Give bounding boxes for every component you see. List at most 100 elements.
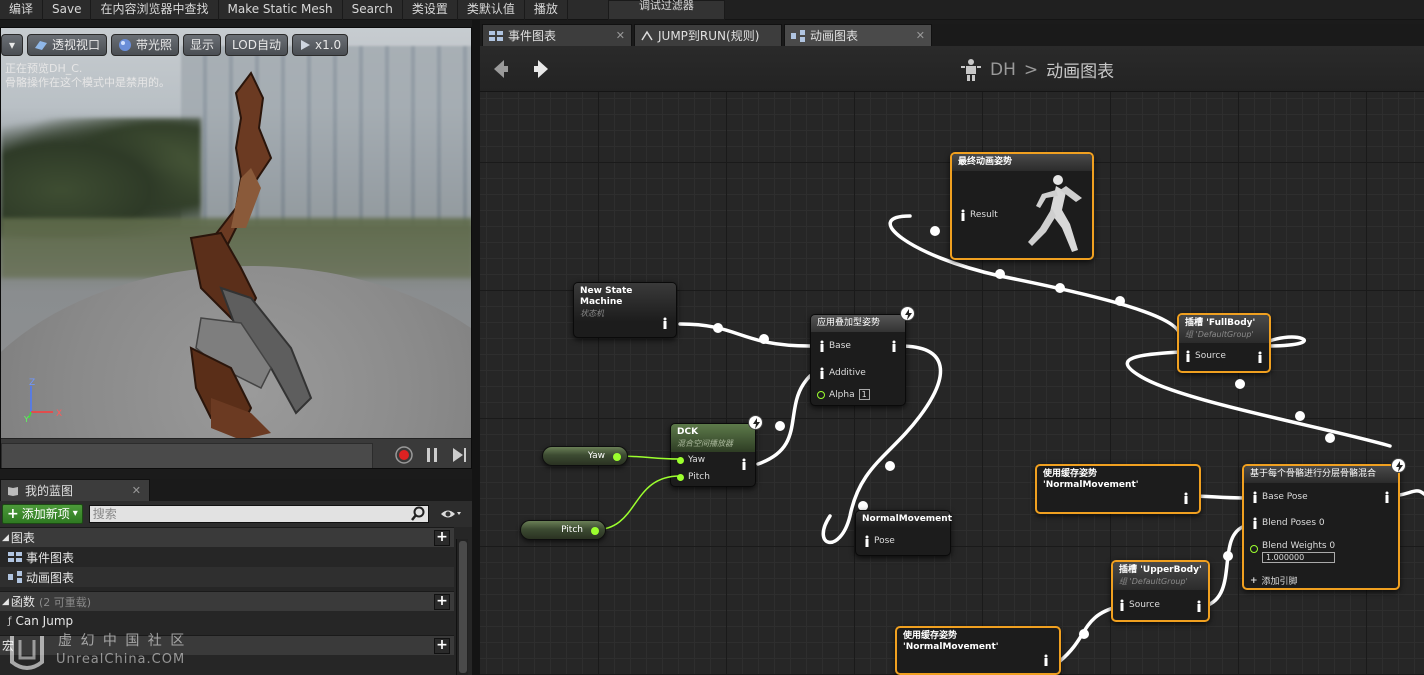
additive-pin[interactable]: Additive bbox=[819, 367, 866, 379]
axis-x-label: X bbox=[56, 409, 62, 419]
pose-in-pin[interactable]: Pose bbox=[864, 535, 895, 547]
wire-statemachine-to-additive bbox=[678, 322, 812, 348]
make-static-mesh-button[interactable]: Make Static Mesh bbox=[219, 0, 343, 20]
tab-anim-graph-label: 动画图表 bbox=[810, 29, 859, 43]
source-pin[interactable]: Source bbox=[1185, 350, 1226, 362]
close-icon[interactable]: ✕ bbox=[916, 29, 925, 42]
graph-tab-bar: 事件图表 ✕ JUMP到RUN(规则) 动画图表 ✕ bbox=[480, 24, 1424, 46]
tab-jump-to-run-rule[interactable]: JUMP到RUN(规则) bbox=[634, 24, 782, 46]
show-button[interactable]: 显示 bbox=[183, 34, 222, 56]
blendspace-player-node[interactable]: DCK 混合空间播放器 Yaw Pitch bbox=[670, 423, 756, 487]
search-button[interactable]: Search bbox=[343, 0, 403, 20]
pose-out-pin-icon[interactable] bbox=[891, 340, 897, 352]
playback-speed-button[interactable]: x1.0 bbox=[292, 34, 349, 56]
pose-pin-icon bbox=[1253, 517, 1257, 529]
anim-graph-canvas[interactable]: DH > 动画图表 最终动画姿势 Result New State Machin… bbox=[480, 46, 1424, 675]
wire-knot bbox=[1115, 296, 1125, 306]
state-machine-node[interactable]: New State Machine 状态机 bbox=[573, 282, 677, 338]
alpha-value-input[interactable]: 1 bbox=[858, 389, 870, 400]
use-cached-pose-node-2[interactable]: 使用缓存姿势 'NormalMovement' bbox=[895, 626, 1061, 675]
source-pin[interactable]: Source bbox=[1119, 599, 1160, 611]
transition-rule-icon bbox=[641, 30, 653, 40]
axis-y-label: Y bbox=[23, 415, 29, 424]
lod-auto-button[interactable]: LOD自动 bbox=[225, 34, 288, 56]
yaw-variable-node[interactable]: Yaw bbox=[542, 446, 628, 466]
layered-blend-per-bone-node[interactable]: 基于每个骨骼进行分层骨骼混合 Base Pose Blend Poses 0 B… bbox=[1242, 464, 1400, 590]
blueprint-scrollbar[interactable] bbox=[456, 539, 468, 675]
scrollbar-thumb[interactable] bbox=[459, 541, 467, 673]
chevron-down-icon: ▾ bbox=[72, 508, 78, 519]
play-button[interactable]: 播放 bbox=[525, 0, 568, 20]
pose-out-pin-icon[interactable] bbox=[1183, 492, 1189, 504]
pitch-variable-node[interactable]: Pitch bbox=[520, 520, 606, 540]
save-button[interactable]: Save bbox=[43, 0, 92, 20]
add-graph-button[interactable]: + bbox=[434, 530, 450, 546]
use-cached-pose-node-1[interactable]: 使用缓存姿势 'NormalMovement' bbox=[1035, 464, 1201, 514]
pose-out-pin-icon[interactable] bbox=[741, 458, 747, 470]
record-icon[interactable] bbox=[394, 445, 414, 465]
pitch-pin[interactable]: Pitch bbox=[677, 472, 710, 482]
tab-my-blueprint[interactable]: 我的蓝图 ✕ bbox=[0, 479, 150, 501]
pose-pin-icon bbox=[865, 535, 869, 547]
close-icon[interactable]: ✕ bbox=[616, 29, 625, 42]
pose-out-pin-icon[interactable] bbox=[1196, 600, 1202, 612]
alpha-pin[interactable]: Alpha 1 bbox=[817, 389, 870, 400]
pose-out-pin-icon[interactable] bbox=[1043, 654, 1049, 666]
my-blueprint-tab-row: 我的蓝图 ✕ bbox=[0, 479, 472, 501]
plus-icon: + bbox=[1250, 575, 1258, 586]
perspective-button[interactable]: 透视视口 bbox=[27, 34, 108, 56]
chevron-down-icon: ◢ bbox=[2, 532, 9, 543]
panel-splitter[interactable] bbox=[472, 20, 480, 675]
pose-out-pin-icon[interactable] bbox=[1257, 351, 1263, 363]
float-pin-icon bbox=[677, 456, 684, 464]
blend-weights-pin[interactable]: Blend Weights 0 1.000000 bbox=[1250, 541, 1336, 563]
graph-item-anim-graph[interactable]: 动画图表 bbox=[0, 567, 454, 587]
function-item-can-jump[interactable]: ƒ Can Jump bbox=[0, 611, 454, 631]
tab-anim-graph[interactable]: 动画图表 ✕ bbox=[784, 24, 932, 46]
graph-item-event-graph[interactable]: 事件图表 bbox=[0, 547, 454, 567]
add-pin-button[interactable]: + 添加引脚 bbox=[1250, 574, 1298, 588]
final-pose-node[interactable]: 最终动画姿势 Result bbox=[950, 152, 1094, 260]
base-pin[interactable]: Base bbox=[819, 340, 851, 352]
close-icon[interactable]: ✕ bbox=[132, 484, 141, 497]
yaw-variable-label: Yaw bbox=[587, 451, 605, 461]
apply-additive-node[interactable]: 应用叠加型姿势 Base Additive Alpha 1 bbox=[810, 314, 906, 406]
wire-knot bbox=[713, 323, 723, 333]
viewport-options-dropdown[interactable]: ▾ bbox=[1, 34, 23, 56]
pose-out-pin-icon[interactable] bbox=[1384, 491, 1390, 503]
pause-icon[interactable] bbox=[422, 445, 442, 465]
save-cached-pose-node[interactable]: NormalMovement Pose bbox=[855, 510, 952, 556]
plus-icon: + bbox=[7, 506, 19, 522]
compile-button[interactable]: 编译 bbox=[0, 0, 44, 20]
find-in-content-browser-button[interactable]: 在内容浏览器中查找 bbox=[91, 0, 219, 20]
viewport-overlay-text: 正在预览DH_C. 骨骼操作在这个模式中是禁用的。 bbox=[5, 62, 170, 90]
result-pin[interactable]: Result bbox=[960, 209, 998, 221]
pose-out-pin-icon[interactable] bbox=[662, 317, 668, 329]
functions-section-header[interactable]: ◢ 函数 (2 可重载) + bbox=[0, 591, 454, 611]
timeline-track[interactable] bbox=[1, 443, 373, 468]
slot-upperbody-node[interactable]: 插槽 'UpperBody' 组 'DefaultGroup' Source bbox=[1111, 560, 1210, 622]
class-settings-button[interactable]: 类设置 bbox=[403, 0, 458, 20]
view-options-button[interactable] bbox=[435, 505, 467, 523]
debug-filter-dropdown[interactable]: 调试过滤器 bbox=[607, 0, 725, 20]
blend-weight-value-input[interactable]: 1.000000 bbox=[1262, 552, 1336, 563]
add-macro-button[interactable]: + bbox=[434, 638, 450, 654]
preview-viewport[interactable]: ▾ 透视视口 带光照 显示 LOD自动 x1.0 正在预览DH_C. 骨骼操作在… bbox=[0, 27, 472, 469]
tab-event-graph[interactable]: 事件图表 ✕ bbox=[482, 24, 632, 46]
yaw-pin[interactable]: Yaw bbox=[677, 455, 705, 465]
lit-button[interactable]: 带光照 bbox=[111, 34, 180, 56]
base-pose-pin[interactable]: Base Pose bbox=[1252, 491, 1308, 503]
step-forward-icon[interactable] bbox=[449, 445, 469, 465]
class-defaults-button[interactable]: 类默认值 bbox=[458, 0, 525, 20]
search-input[interactable]: 搜索 bbox=[88, 505, 429, 523]
add-function-button[interactable]: + bbox=[434, 594, 450, 610]
blend-poses-pin[interactable]: Blend Poses 0 bbox=[1252, 517, 1325, 529]
add-pin-label: 添加引脚 bbox=[1261, 577, 1298, 587]
graphs-section-header[interactable]: ◢ 图表 + bbox=[0, 527, 454, 547]
wire-knot bbox=[885, 461, 895, 471]
my-blueprint-panel: 我的蓝图 ✕ + 添加新项 ▾ 搜索 ◢ 图表 + 事件图表 动画图表 ◢ 函数… bbox=[0, 479, 472, 675]
chevron-down-icon: ▾ bbox=[8, 38, 16, 52]
slot-fullbody-node[interactable]: 插槽 'FullBody' 组 'DefaultGroup' Source bbox=[1177, 313, 1271, 373]
alpha-pin-label: Alpha bbox=[829, 389, 855, 400]
add-new-button[interactable]: + 添加新项 ▾ bbox=[2, 504, 83, 524]
